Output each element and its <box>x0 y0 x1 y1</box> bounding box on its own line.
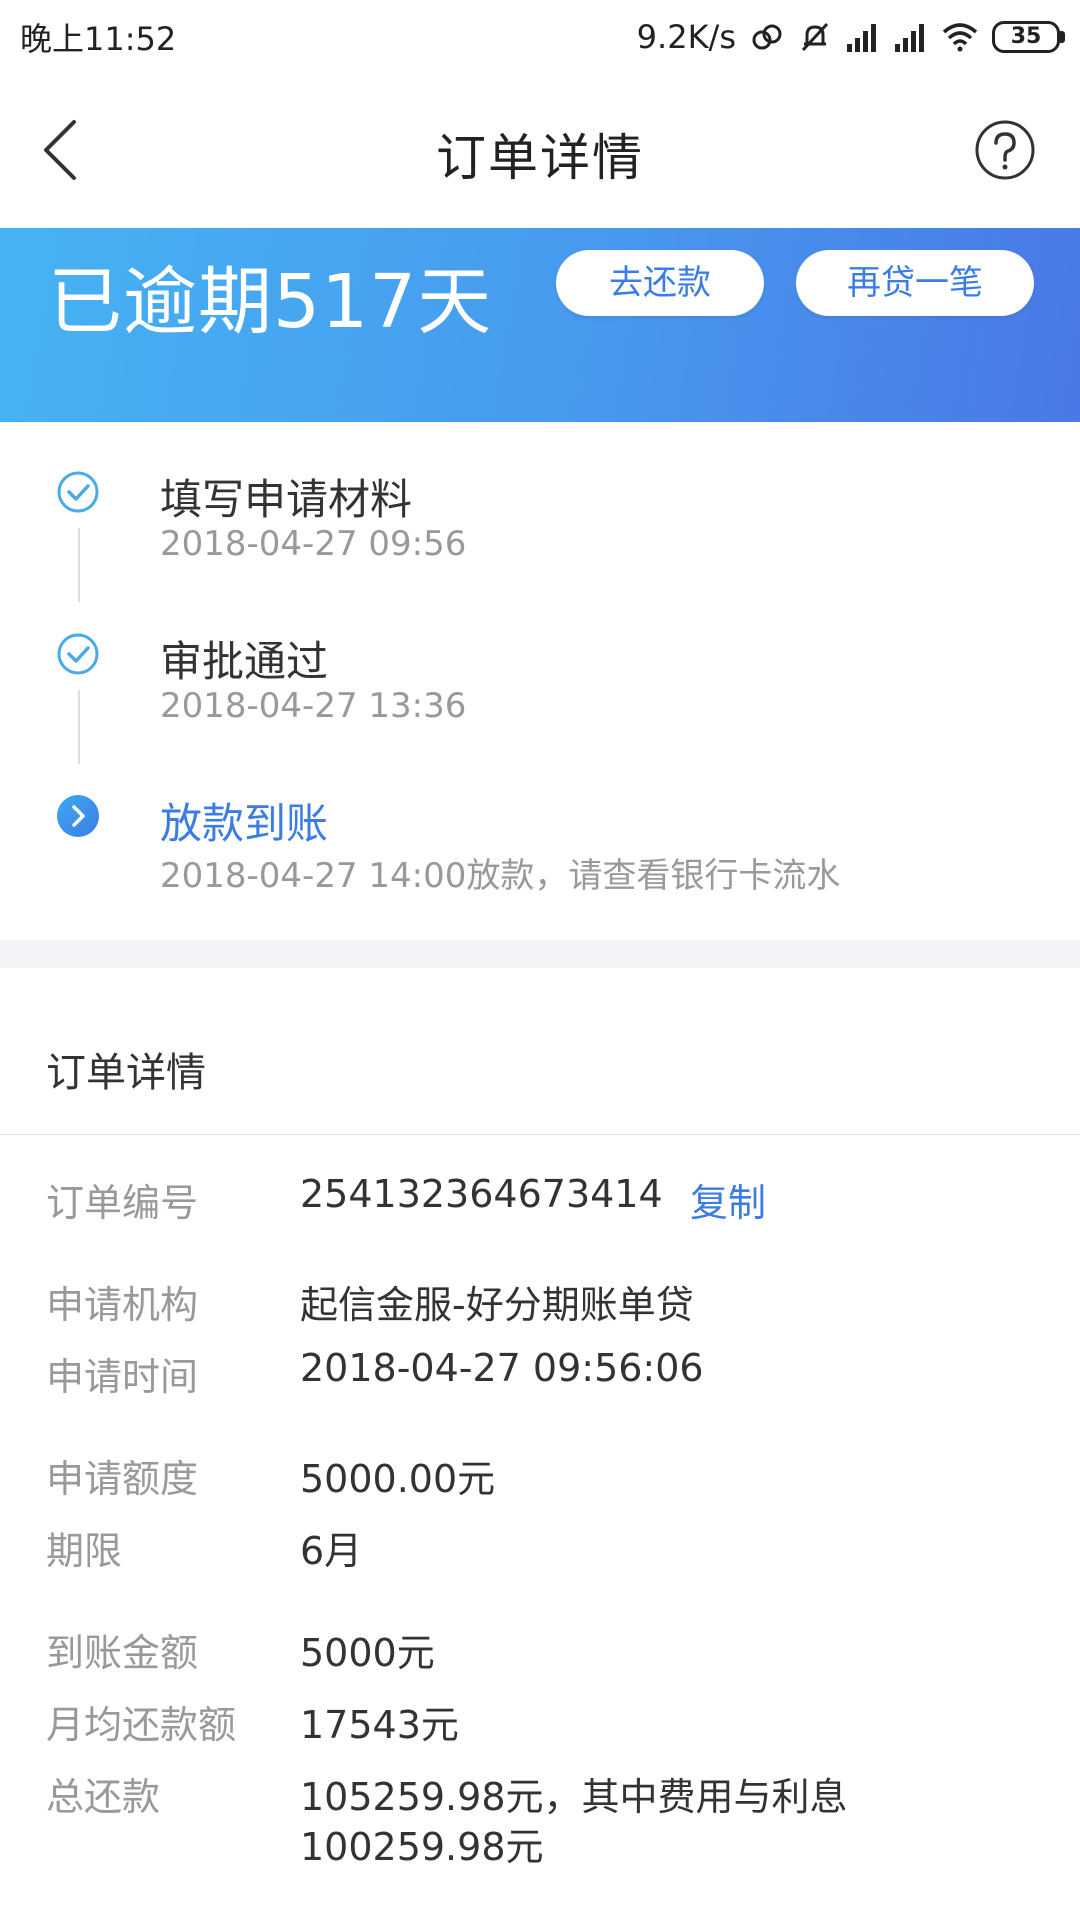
detail-value: 17543元 <box>300 1703 459 1747</box>
section-divider <box>0 940 1080 968</box>
timeline-step-time: 2018-04-27 09:56 <box>160 524 467 564</box>
link-icon <box>750 20 784 54</box>
detail-label: 申请时间 <box>46 1355 199 1399</box>
detail-value: 6月 <box>300 1529 363 1573</box>
timeline-step-title: 审批通过 <box>160 637 329 686</box>
detail-label: 期限 <box>46 1529 123 1573</box>
order-number: 254132364673414 <box>300 1172 663 1216</box>
timeline-step-time: 2018-04-27 14:00放款，请查看银行卡流水 <box>160 856 841 896</box>
progress-timeline: 填写申请材料 2018-04-27 09:56 审批通过 2018-04-27 … <box>0 422 1080 942</box>
detail-label: 月均还款额 <box>46 1703 237 1747</box>
detail-value: 5000元 <box>300 1631 435 1675</box>
detail-value: 100259.98元 <box>300 1825 544 1869</box>
wifi-icon <box>942 22 978 52</box>
detail-value: 2018-04-27 09:56:06 <box>300 1346 704 1390</box>
app-header: 订单详情 <box>0 74 1080 228</box>
detail-label: 申请额度 <box>46 1457 199 1501</box>
status-icons: 9.2K/s 35 <box>636 18 1065 56</box>
battery-icon: 35 <box>992 21 1065 53</box>
divider <box>0 1134 1080 1135</box>
timeline-connector <box>78 690 80 764</box>
signal-icon-2 <box>894 22 928 52</box>
reloan-button[interactable]: 再贷一笔 <box>796 250 1034 316</box>
arrow-circle-icon <box>56 794 100 838</box>
signal-icon <box>846 22 880 52</box>
detail-value: 起信金服-好分期账单贷 <box>300 1283 694 1327</box>
detail-label: 总还款 <box>46 1775 161 1819</box>
page-title: 订单详情 <box>436 129 644 187</box>
detail-label: 到账金额 <box>46 1631 199 1675</box>
details-section-title: 订单详情 <box>46 1050 206 1096</box>
help-circle-icon[interactable] <box>974 119 1036 181</box>
detail-label: 申请机构 <box>46 1283 199 1327</box>
overdue-banner: 已逾期517天 去还款 再贷一笔 <box>0 228 1080 422</box>
detail-value: 5000.00元 <box>300 1457 496 1501</box>
timeline-step-time: 2018-04-27 13:36 <box>160 686 467 726</box>
detail-label: 订单编号 <box>46 1181 199 1225</box>
status-bar: 晚上11:52 9.2K/s 35 <box>0 0 1080 74</box>
status-time: 晚上11:52 <box>20 20 177 58</box>
mute-bell-icon <box>798 20 832 54</box>
copy-button[interactable]: 复制 <box>690 1172 766 1227</box>
timeline-step-title: 填写申请材料 <box>160 475 413 524</box>
repay-button[interactable]: 去还款 <box>556 250 764 316</box>
timeline-step-title-current: 放款到账 <box>160 799 329 848</box>
net-speed: 9.2K/s <box>636 18 736 56</box>
check-circle-icon <box>56 470 100 514</box>
check-circle-icon <box>56 632 100 676</box>
timeline-connector <box>78 528 80 602</box>
overdue-status: 已逾期517天 <box>48 259 493 345</box>
detail-value: 105259.98元，其中费用与利息 <box>300 1775 848 1819</box>
